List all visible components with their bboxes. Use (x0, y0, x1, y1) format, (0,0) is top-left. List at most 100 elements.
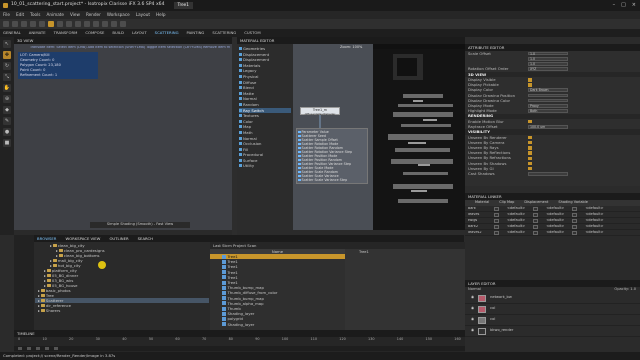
move-icon[interactable]: ✥ (3, 51, 11, 59)
attribute-checkbox[interactable] (528, 83, 532, 87)
pan-icon[interactable]: ✋ (3, 84, 11, 92)
mode-tab[interactable]: LAYOUT (132, 31, 147, 35)
eye-icon[interactable]: ◉ (471, 329, 474, 333)
column-header[interactable]: Material (475, 201, 489, 205)
attribute-field[interactable]: Dark Brown (528, 88, 568, 93)
camera-icon[interactable] (57, 21, 63, 27)
attribute-field[interactable]: XYZ (528, 67, 568, 72)
save-icon[interactable] (21, 21, 27, 27)
attribute-checkbox[interactable] (528, 161, 532, 166)
mode-tab[interactable]: SCATTERING (212, 31, 236, 35)
linker-slot-value[interactable]: <default> (507, 212, 525, 217)
prev-frame-icon[interactable] (27, 347, 31, 350)
column-header[interactable]: Displacement (524, 201, 548, 205)
scatterer-icon[interactable] (84, 21, 90, 27)
attribute-checkbox[interactable] (528, 166, 532, 171)
material-icon[interactable] (93, 21, 99, 27)
texture-icon[interactable] (102, 21, 108, 27)
geometry-icon[interactable] (75, 21, 81, 27)
column-header[interactable]: Shading Variable (558, 201, 588, 205)
browser-tab[interactable]: BROWSER (37, 236, 56, 241)
menu-item-file[interactable]: File (3, 12, 10, 17)
linker-slot-value[interactable]: <default> (507, 224, 525, 229)
mode-tab[interactable]: PAINTING (187, 31, 205, 35)
material-tree-item[interactable]: Utility (239, 163, 291, 169)
timeline[interactable]: 0 10 20 30 40 50 60 70 80 90 100 110 120 130 140 150 160 (14, 337, 465, 352)
next-frame-icon[interactable] (45, 347, 49, 350)
brush-icon[interactable]: ● (3, 128, 11, 136)
scatterer-node[interactable]: Parameter Value Scatterer Seed Scatter Sam… (296, 128, 368, 184)
linker-slot-value[interactable]: <default> (546, 230, 564, 235)
menu-item-edit[interactable]: Edit (16, 12, 24, 17)
attribute-field[interactable]: Proxy (528, 103, 568, 108)
mode-tab[interactable]: CUSTOM (244, 31, 260, 35)
mode-tab[interactable]: GENERAL (3, 31, 21, 35)
menu-item-animate[interactable]: Animate (46, 12, 64, 17)
open-icon[interactable] (12, 21, 18, 27)
linker-slot-value[interactable]: <default> (585, 206, 603, 211)
maximize-icon[interactable]: □ (621, 3, 626, 8)
linker-slot-value[interactable]: <default> (507, 230, 525, 235)
paint-icon[interactable]: ✎ (3, 117, 11, 125)
zoom-icon[interactable]: ⊕ (3, 95, 11, 103)
attribute-field[interactable] (528, 171, 568, 176)
layer-row[interactable]: ◉ bkwo_render (465, 326, 640, 337)
linker-slot-value[interactable]: <default> (546, 206, 564, 211)
layer-row[interactable]: ◉ col (465, 315, 640, 326)
undo-icon[interactable] (30, 21, 36, 27)
linker-slot-value[interactable]: <default> (507, 218, 525, 223)
column-header[interactable]: Clip Map (499, 201, 514, 205)
menu-item-workspace[interactable]: Workspace (107, 12, 130, 17)
expand-icon[interactable]: ▸ (38, 308, 40, 313)
mode-tab[interactable]: COMPOSE (85, 31, 104, 35)
rotate-icon[interactable]: ↻ (3, 62, 11, 70)
mode-tab[interactable]: SCATTERING (155, 31, 179, 35)
attribute-field[interactable]: 1.0 (528, 62, 568, 66)
attribute-checkbox[interactable] (528, 78, 532, 82)
linker-slot-value[interactable]: <default> (585, 218, 603, 223)
image-icon[interactable] (120, 21, 126, 27)
attribute-checkbox[interactable] (528, 146, 532, 150)
linker-slot-value[interactable]: <default> (507, 206, 525, 211)
viewport-shading-mode[interactable]: Simple Shading (Smooth) - Fast View (90, 222, 190, 228)
attribute-field[interactable]: 100.0 um (528, 124, 568, 129)
browser-tab[interactable]: SEARCH (138, 236, 153, 241)
attribute-field[interactable] (528, 98, 568, 103)
mode-tab[interactable]: TRANSFORM (54, 31, 78, 35)
menu-item-layout[interactable]: Layout (136, 12, 150, 17)
eye-icon[interactable]: ◉ (471, 296, 474, 300)
layer-row[interactable]: ◉ col (465, 304, 640, 315)
blend-mode-select[interactable]: Normal (468, 288, 481, 292)
snap-icon[interactable]: ◆ (3, 106, 11, 114)
linker-slot-value[interactable]: <default> (585, 230, 603, 235)
material-linker-row[interactable]: leaves2 <default> <default> <default> (465, 230, 640, 236)
mode-tab[interactable]: ANIMATE (29, 31, 46, 35)
opacity-value[interactable]: Opacity: 1.0 (614, 288, 636, 292)
attribute-checkbox[interactable] (528, 119, 532, 124)
file-item[interactable]: Shading_layer (210, 322, 345, 327)
close-icon[interactable]: × (632, 3, 636, 8)
light-icon[interactable] (66, 21, 72, 27)
attribute-checkbox[interactable] (528, 156, 532, 161)
attribute-checkbox[interactable] (528, 151, 532, 155)
browser-tab[interactable]: OUTLINER (109, 236, 128, 241)
first-frame-icon[interactable] (18, 347, 22, 350)
mode-tab[interactable]: BUILD (112, 31, 124, 35)
scale-icon[interactable]: ⤡ (3, 73, 11, 81)
linker-slot-value[interactable]: <default> (546, 218, 564, 223)
redo-icon[interactable] (39, 21, 45, 27)
folder-item[interactable]: ▸ Sharers (35, 308, 209, 313)
new-icon[interactable] (3, 21, 9, 27)
eye-icon[interactable]: ◉ (471, 318, 474, 322)
play-icon[interactable] (36, 347, 40, 350)
eye-icon[interactable]: ◉ (471, 307, 474, 311)
linker-slot-value[interactable]: <default> (546, 224, 564, 229)
last-frame-icon[interactable] (54, 347, 58, 350)
attribute-field[interactable]: 1.0 (528, 56, 568, 61)
linker-slot-value[interactable]: <default> (546, 212, 564, 217)
render-icon[interactable] (48, 21, 54, 27)
menu-item-help[interactable]: Help (156, 12, 166, 17)
browser-tab[interactable]: WORKSPACE VIEW (65, 236, 100, 241)
layer-row[interactable]: ◉ network_bw (465, 293, 640, 304)
attribute-checkbox[interactable] (528, 140, 532, 145)
